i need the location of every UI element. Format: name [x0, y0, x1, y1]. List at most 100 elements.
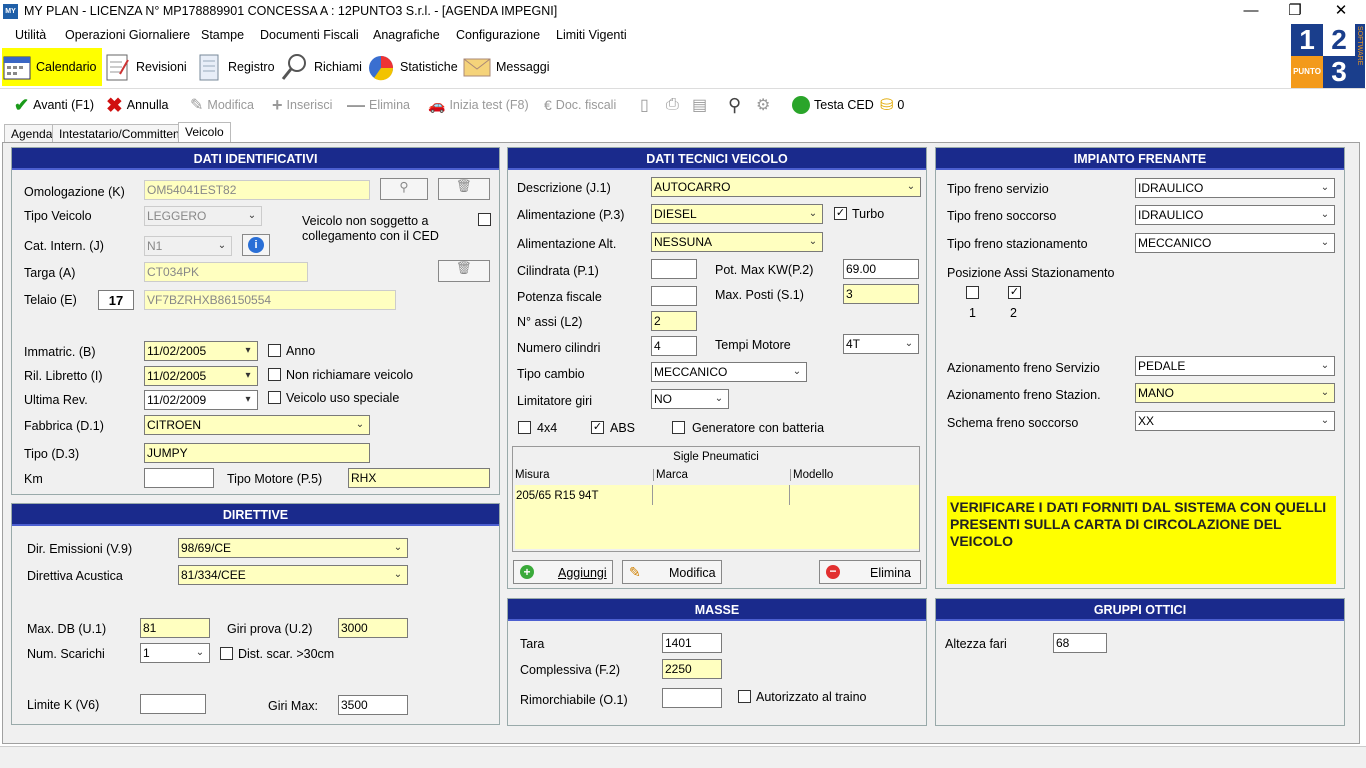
anno-checkbox[interactable]	[268, 344, 281, 357]
ril-libretto-date[interactable]: 11/02/2005 ▾	[144, 366, 258, 386]
altezza-fari-field[interactable]: 68	[1053, 633, 1107, 653]
ribbon-calendario[interactable]: Calendario	[2, 48, 103, 86]
dist-scar-checkbox[interactable]	[220, 647, 233, 660]
maxposti-field[interactable]: 3	[843, 284, 919, 304]
menu-documenti[interactable]: Documenti Fiscali	[260, 28, 359, 42]
gear-icon[interactable]: ⚙	[756, 95, 770, 115]
servizio-select[interactable]: IDRAULICO ⌄	[1135, 178, 1335, 198]
doc-fiscali-button[interactable]: € Doc. fiscali	[544, 95, 616, 115]
cilindri-field[interactable]: 4	[651, 336, 697, 356]
table-row[interactable]: 205/65 R15 94T	[515, 485, 919, 505]
omologazione-field[interactable]: OM54041EST82	[144, 180, 370, 200]
avanti-button[interactable]: ✔ Avanti (F1)	[14, 95, 94, 115]
non-soggetto-checkbox[interactable]	[478, 213, 491, 226]
giri-prova-field[interactable]: 3000	[338, 618, 408, 638]
limitatore-select[interactable]: NO ⌄	[651, 389, 729, 409]
schema-value: XX	[1138, 414, 1155, 428]
4x4-checkbox[interactable]	[518, 421, 531, 434]
girimax-label: Giri Max:	[268, 699, 318, 713]
tempi-select[interactable]: 4T ⌄	[843, 334, 919, 354]
acustica-select[interactable]: 81/334/CEE ⌄	[178, 565, 408, 585]
testa-ced-button[interactable]: Testa CED	[792, 95, 874, 115]
coins-button[interactable]: ⛁ 0	[880, 95, 904, 115]
schema-select[interactable]: XX ⌄	[1135, 411, 1335, 431]
aggiungi-button[interactable]: + Aggiungi	[513, 560, 613, 584]
maximize-button[interactable]: ❐	[1272, 0, 1318, 24]
menu-utilita[interactable]: Utilità	[15, 28, 46, 42]
rimorchiabile-field[interactable]	[662, 688, 722, 708]
alimentazione-select[interactable]: DIESEL ⌄	[651, 204, 823, 224]
info-button[interactable]: i	[242, 234, 270, 256]
cat-intern-select[interactable]: N1 ⌄	[144, 236, 232, 256]
targa-field[interactable]: CT034PK	[144, 262, 308, 282]
alim-alt-select[interactable]: NESSUNA ⌄	[651, 232, 823, 252]
ultima-rev-date[interactable]: 11/02/2009 ▾	[144, 390, 258, 410]
modifica-pneumatico-button[interactable]: ✎ Modifica	[622, 560, 722, 584]
printer-icon[interactable]: ⎙	[666, 95, 679, 115]
az-servizio-select[interactable]: PEDALE ⌄	[1135, 356, 1335, 376]
film-icon[interactable]: ▤	[692, 95, 707, 115]
abs-checkbox[interactable]: ✓	[591, 421, 604, 434]
menu-anagrafiche[interactable]: Anagrafiche	[373, 28, 440, 42]
scarichi-select[interactable]: 1 ⌄	[140, 643, 210, 663]
az-servizio-label: Azionamento freno Servizio	[947, 361, 1100, 375]
asse-2-checkbox[interactable]: ✓	[1008, 286, 1021, 299]
tipo-veicolo-select[interactable]: LEGGERO ⌄	[144, 206, 262, 226]
chevron-down-icon: ⌄	[1320, 360, 1330, 371]
autorizzato-checkbox[interactable]	[738, 690, 751, 703]
stazionamento-select[interactable]: MECCANICO ⌄	[1135, 233, 1335, 253]
document-icon[interactable]: ▯	[640, 95, 649, 115]
modifica-button[interactable]: ✎ Modifica	[190, 95, 254, 115]
inserisci-button[interactable]: + Inserisci	[272, 95, 332, 115]
soccorso-select[interactable]: IDRAULICO ⌄	[1135, 205, 1335, 225]
km-field[interactable]	[144, 468, 214, 488]
panel-title: DATI IDENTIFICATIVI	[12, 148, 499, 170]
tipo-field[interactable]: JUMPY	[144, 443, 370, 463]
menu-configurazione[interactable]: Configurazione	[456, 28, 540, 42]
delete-targa-button[interactable]: 🗑	[438, 260, 490, 282]
search-omologazione-button[interactable]: ⚲	[380, 178, 428, 200]
telaio-field[interactable]: VF7BZRHXB86150554	[144, 290, 396, 310]
menu-operazioni[interactable]: Operazioni Giornaliere	[65, 28, 190, 42]
annulla-button[interactable]: ✖ Annulla	[106, 95, 168, 117]
asse-1-checkbox[interactable]	[966, 286, 979, 299]
ribbon-messaggi[interactable]: Messaggi	[462, 48, 556, 86]
maxdb-field[interactable]: 81	[140, 618, 210, 638]
ribbon-statistiche[interactable]: Statistiche	[366, 48, 464, 86]
ribbon-registro[interactable]: Registro	[194, 48, 281, 86]
search-icon[interactable]: ⚲	[728, 95, 741, 115]
potmax-field[interactable]: 69.00	[843, 259, 919, 279]
limitek-field[interactable]	[140, 694, 206, 714]
immatric-date[interactable]: 11/02/2005 ▾	[144, 341, 258, 361]
info-icon: i	[248, 237, 264, 253]
ribbon-revisioni[interactable]: Revisioni	[102, 48, 193, 86]
descrizione-select[interactable]: AUTOCARRO ⌄	[651, 177, 921, 197]
cambio-select[interactable]: MECCANICO ⌄	[651, 362, 807, 382]
assi-field[interactable]: 2	[651, 311, 697, 331]
minus-icon: —	[347, 94, 365, 115]
cilindrata-field[interactable]	[651, 259, 697, 279]
inizia-test-button[interactable]: 🚗 Inizia test (F8)	[428, 95, 529, 115]
delete-omologazione-button[interactable]: 🗑	[438, 178, 490, 200]
menu-limiti[interactable]: Limiti Vigenti	[556, 28, 627, 42]
emissioni-select[interactable]: 98/69/CE ⌄	[178, 538, 408, 558]
generatore-checkbox[interactable]	[672, 421, 685, 434]
non-richiamare-checkbox[interactable]	[268, 368, 281, 381]
minimize-button[interactable]: —	[1228, 0, 1274, 24]
menu-stampe[interactable]: Stampe	[201, 28, 244, 42]
fabbrica-select[interactable]: CITROEN ⌄	[144, 415, 370, 435]
az-stazion-select[interactable]: MANO ⌄	[1135, 383, 1335, 403]
tab-veicolo[interactable]: Veicolo	[178, 122, 231, 142]
elimina-button[interactable]: — Elimina	[347, 95, 410, 115]
potfisc-field[interactable]	[651, 286, 697, 306]
close-button[interactable]: ✕	[1318, 0, 1364, 24]
tab-intestatario[interactable]: Intestatario/Committente	[52, 124, 197, 142]
girimax-field[interactable]: 3500	[338, 695, 408, 715]
tara-field[interactable]: 1401	[662, 633, 722, 653]
uso-speciale-checkbox[interactable]	[268, 391, 281, 404]
elimina-pneumatico-button[interactable]: − Elimina	[819, 560, 921, 584]
complessiva-field[interactable]: 2250	[662, 659, 722, 679]
tipo-motore-field[interactable]: RHX	[348, 468, 490, 488]
turbo-checkbox[interactable]: ✓	[834, 207, 847, 220]
ribbon-richiami[interactable]: Richiami	[280, 48, 368, 86]
